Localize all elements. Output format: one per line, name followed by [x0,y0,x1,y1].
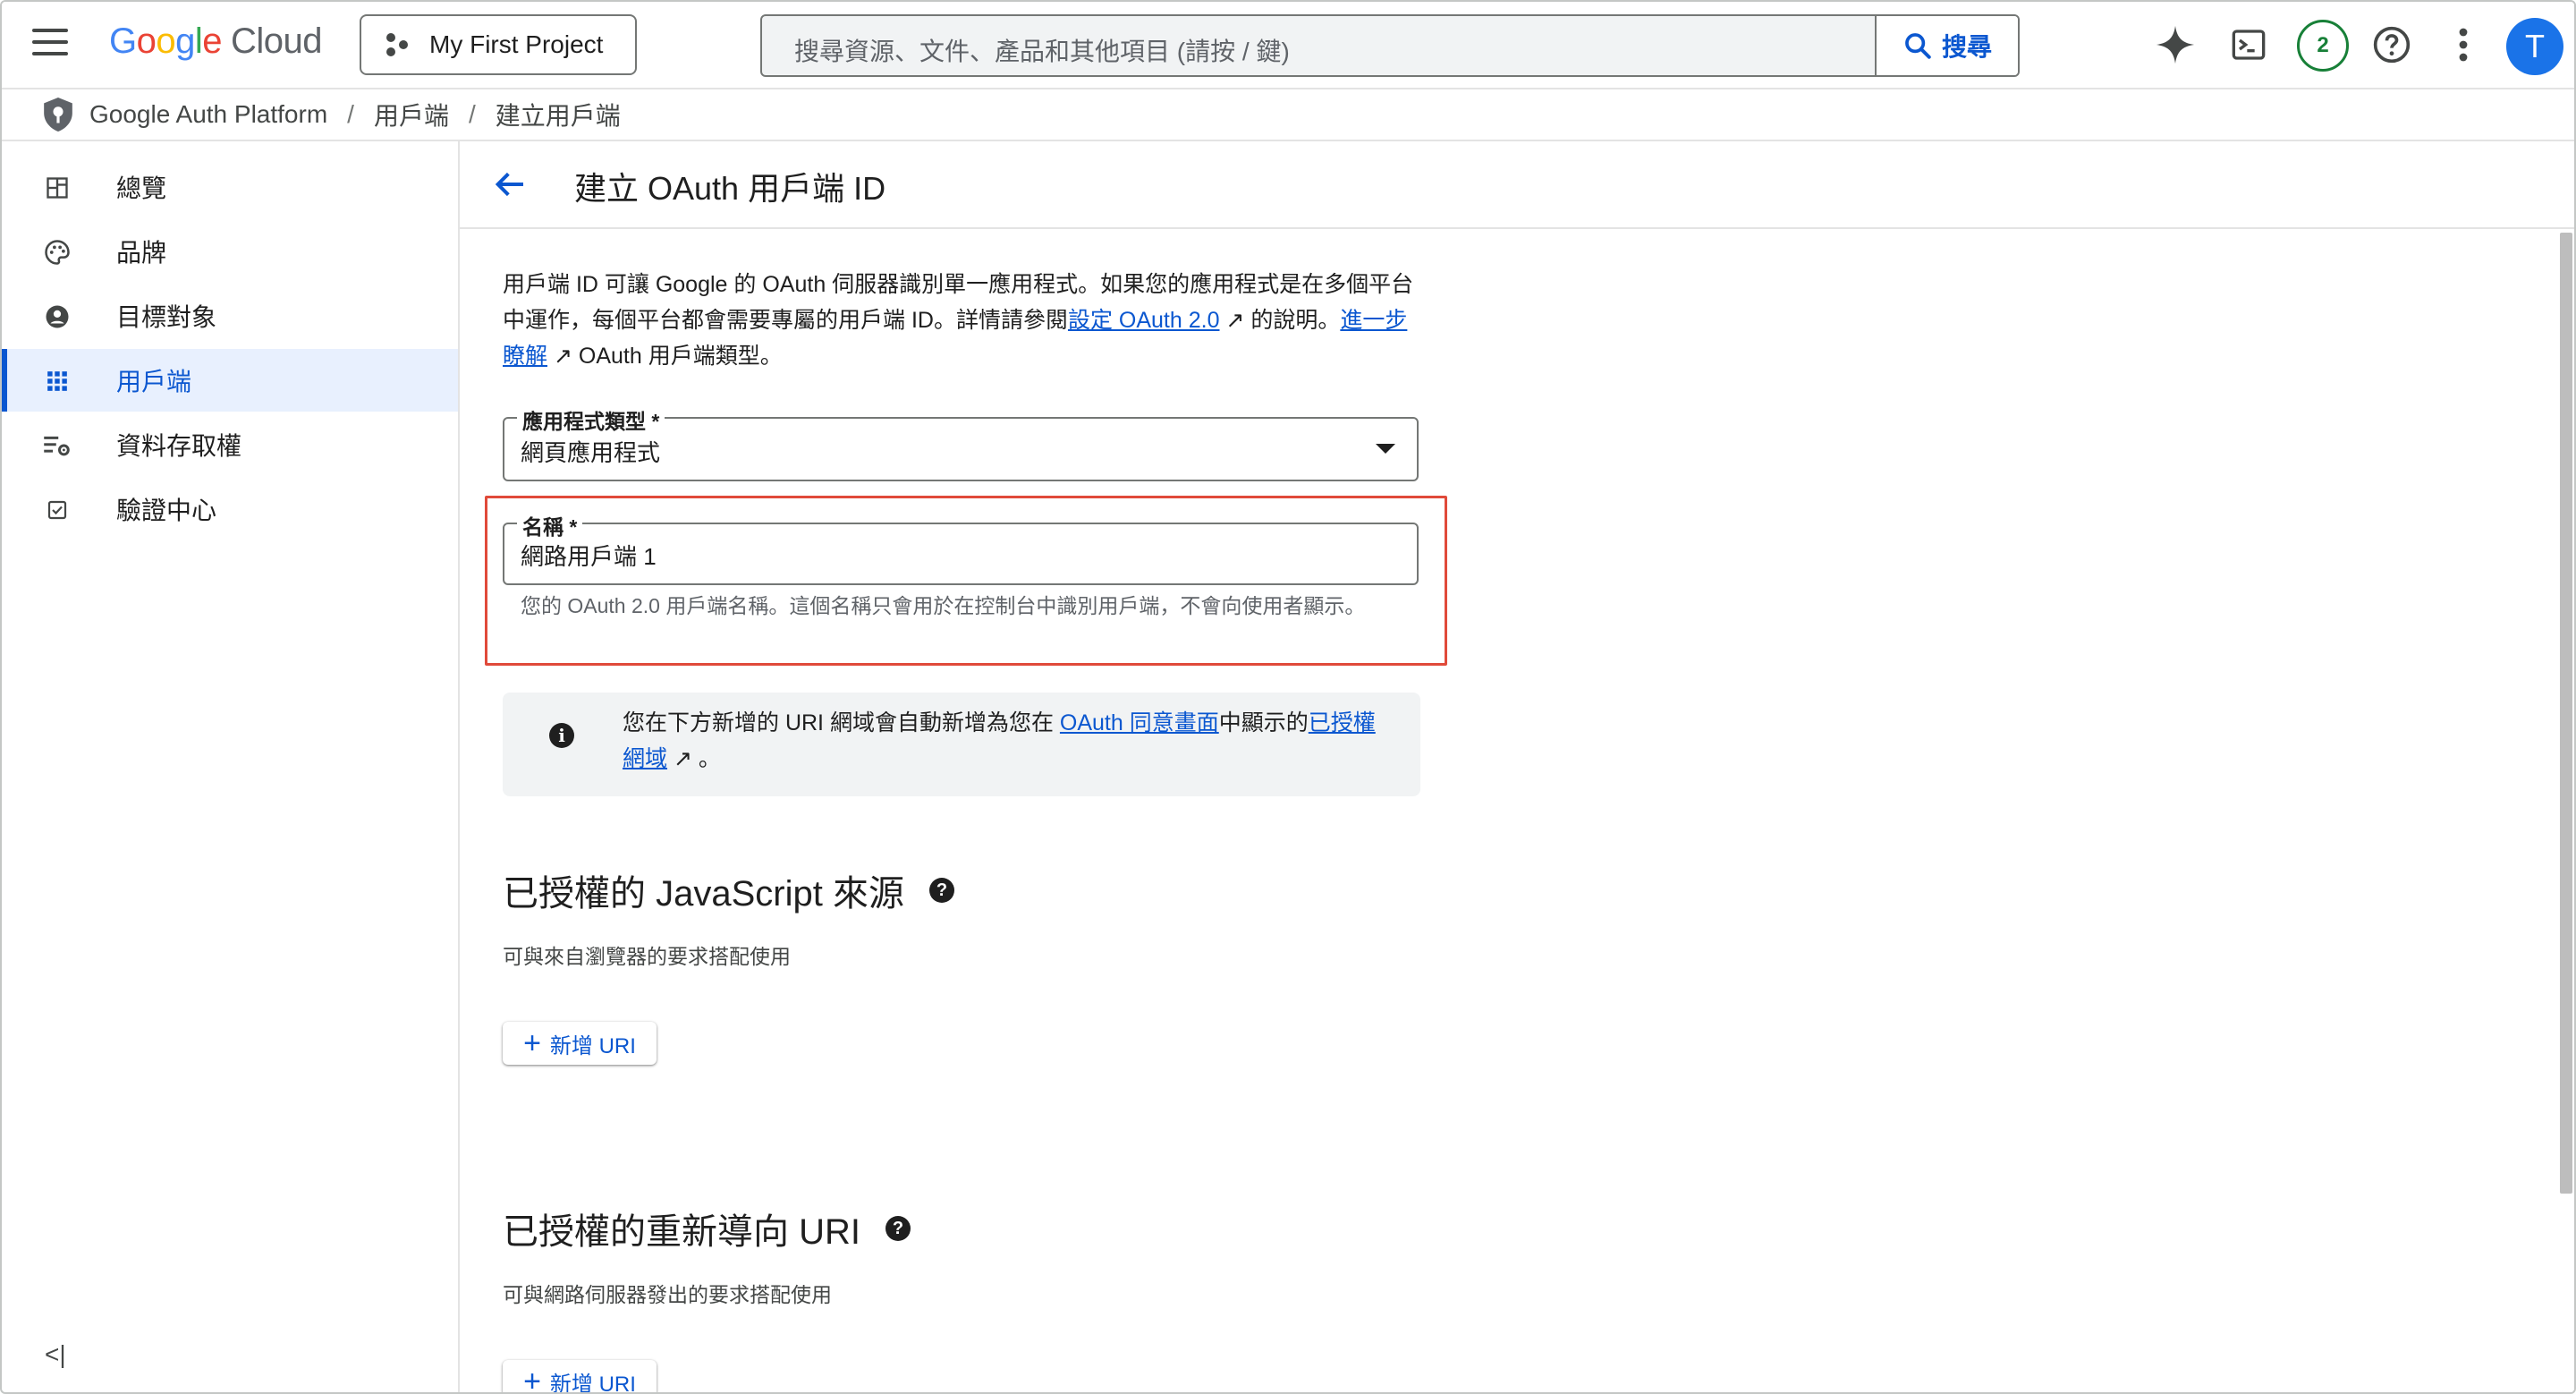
external-link-icon: ↗ [667,746,692,771]
breadcrumb: Google Auth Platform / 用戶端 / 建立用戶端 [2,89,2574,141]
page-title: 建立 OAuth 用戶端 ID [574,170,886,207]
redirect-uris-subtitle: 可與網路伺服器發出的要求搭配使用 [503,1283,832,1306]
breadcrumb-separator: / [347,100,354,128]
redirect-uris-heading: 已授權的重新導向 URI ? [503,1203,911,1254]
oauth-setup-link[interactable]: 設定 OAuth 2.0 [1068,308,1220,333]
sidebar-item-label: 資料存取權 [116,432,242,460]
application-type-label: 應用程式類型 * [517,404,665,435]
app-window: Google Cloud My First Project 搜尋資源、文件、產品和… [0,0,2576,1394]
sidebar: 總覽 品牌 目標對象 用戶端 資料存取權 驗證中心 <| [2,141,460,1392]
sidebar-item-verification-center[interactable]: 驗證中心 [2,478,458,540]
js-origins-subtitle: 可與來自瀏覽器的要求搭配使用 [503,945,791,968]
plus-icon: + [523,1026,541,1060]
search-icon [1905,33,1931,59]
info-icon: i [549,723,574,748]
add-uri-label: 新增 URI [549,1033,636,1058]
application-type-value: 網頁應用程式 [521,439,661,466]
logo-cloud-text: Cloud [231,21,323,61]
page-header: 建立 OAuth 用戶端 ID [460,141,2574,229]
cloud-shell-terminal-icon[interactable] [2227,23,2270,66]
help-icon[interactable] [2370,23,2413,66]
add-js-origin-button[interactable]: + 新增 URI [503,1022,657,1065]
intro-text-part: OAuth 用戶端類型。 [572,344,783,369]
info-banner: i 您在下方新增的 URI 網域會自動新增為您在 OAuth 同意畫面中顯示的已… [503,693,1420,796]
js-origins-title: 已授權的 JavaScript 來源 [503,874,904,914]
breadcrumb-separator: / [468,100,476,128]
add-redirect-uri-button[interactable]: + 新增 URI [503,1360,657,1394]
back-arrow-icon[interactable] [492,166,528,202]
dropdown-arrow-icon [1376,444,1395,454]
sidebar-item-label: 驗證中心 [116,497,217,524]
help-circle-icon[interactable]: ? [886,1216,911,1241]
search-bar[interactable]: 搜尋資源、文件、產品和其他項目 (請按 / 鍵) 搜尋 [760,14,2020,77]
info-text: 您在下方新增的 URI 網域會自動新增為您在 OAuth 同意畫面中顯示的已授權… [623,705,1383,777]
search-button[interactable]: 搜尋 [1875,16,2018,75]
external-link-icon: ↗ [547,344,572,369]
add-uri-label: 新增 URI [549,1372,636,1394]
sidebar-item-overview[interactable]: 總覽 [2,156,458,218]
highlight-box [485,496,1447,666]
js-origins-heading: 已授權的 JavaScript 來源 ? [503,864,954,916]
more-vert-icon[interactable] [2442,23,2485,66]
info-text-part: 您在下方新增的 URI 網域會自動新增為您在 [623,710,1060,735]
consent-screen-link[interactable]: OAuth 同意畫面 [1060,710,1219,735]
scrollbar-thumb[interactable] [2560,233,2572,1194]
top-bar: Google Cloud My First Project 搜尋資源、文件、產品和… [2,2,2574,89]
collapse-sidebar-button[interactable]: <| [45,1340,66,1369]
palette-icon [43,238,72,267]
application-type-select[interactable]: 應用程式類型 * 網頁應用程式 [503,404,1419,481]
notifications-badge[interactable]: 2 [2297,20,2349,72]
apps-grid-icon [43,367,72,395]
breadcrumb-item-create-client: 建立用戶端 [495,102,621,130]
redirect-uris-title: 已授權的重新導向 URI [503,1212,860,1252]
plus-icon: + [523,1364,541,1394]
google-cloud-logo[interactable]: Google Cloud [109,21,323,62]
data-settings-icon [43,431,72,460]
breadcrumb-item-platform[interactable]: Google Auth Platform [89,100,327,129]
help-circle-icon[interactable]: ? [928,878,954,903]
sidebar-item-audience[interactable]: 目標對象 [2,285,458,347]
person-icon [43,302,72,331]
intro-text: 用戶端 ID 可讓 Google 的 OAuth 伺服器識別單一應用程式。如果您… [503,267,1424,374]
search-button-label: 搜尋 [1941,33,1992,61]
project-hub-icon [386,31,410,58]
gemini-sparkle-icon[interactable] [2154,23,2197,66]
sidebar-item-label: 總覽 [116,174,167,202]
info-text-part: 中顯示的 [1218,710,1309,735]
sidebar-item-data-access[interactable]: 資料存取權 [2,413,458,476]
shield-icon [44,98,72,132]
external-link-icon: ↗ [1219,308,1245,333]
sidebar-item-label: 品牌 [116,239,167,267]
main-menu-icon[interactable] [32,29,68,61]
project-picker-button[interactable]: My First Project [360,14,637,75]
info-text-part: 。 [691,746,721,771]
sidebar-item-label: 用戶端 [116,368,192,395]
breadcrumb-item-clients[interactable]: 用戶端 [374,97,449,132]
intro-text-part: 的說明。 [1244,308,1341,333]
sidebar-item-branding[interactable]: 品牌 [2,220,458,283]
search-input[interactable]: 搜尋資源、文件、產品和其他項目 (請按 / 鍵) [794,32,1290,68]
sidebar-item-clients[interactable]: 用戶端 [2,349,458,412]
account-avatar[interactable]: T [2506,18,2563,75]
dashboard-icon [43,174,72,202]
sidebar-item-label: 目標對象 [116,303,217,331]
project-name: My First Project [429,30,604,58]
check-box-icon [43,496,72,524]
